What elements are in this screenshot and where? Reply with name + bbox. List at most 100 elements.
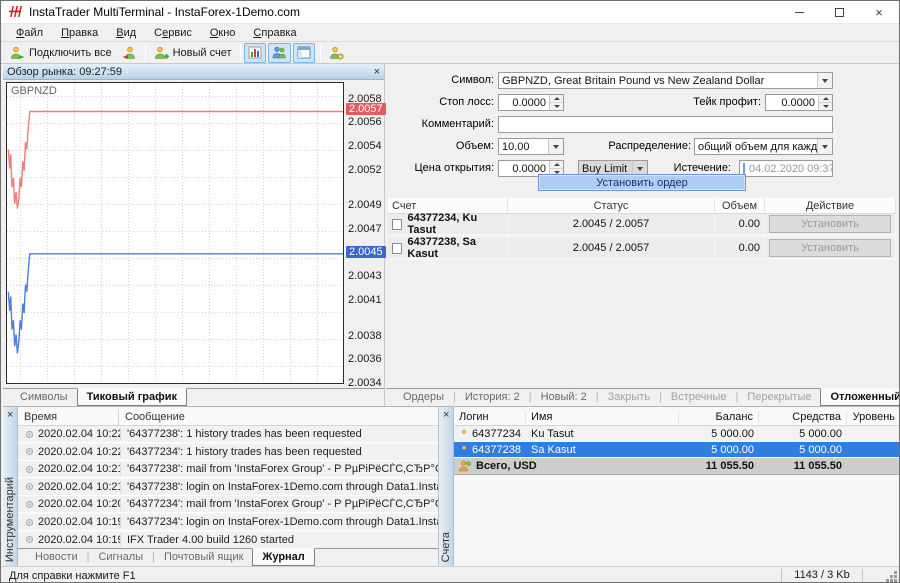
expiry-field[interactable]: 04.02.2020 09:37 (739, 160, 833, 177)
journal-row[interactable]: 2020.02.04 10:22:2...'64377238': 1 histo… (18, 426, 438, 443)
resize-grip[interactable] (894, 579, 897, 582)
distribution-select[interactable]: общий объем для каждого ордера (694, 138, 833, 155)
accounts-toggle[interactable] (268, 43, 291, 63)
toolbar-separator (320, 44, 321, 62)
journal-tab-0[interactable]: Новости (26, 549, 87, 566)
minimize-button[interactable] (779, 1, 819, 23)
journal-time: 2020.02.04 10:19:5... (38, 516, 120, 528)
journal-row[interactable]: 2020.02.04 10:21:0...'64377238': login o… (18, 479, 438, 496)
menu-item-4[interactable]: Окно (201, 26, 245, 40)
journal-close-icon[interactable]: × (7, 409, 13, 421)
take-profit-value: 0.0000 (766, 97, 818, 109)
journal-tabs: Новости|Сигналы|Почтовый ящикЖурнал (18, 548, 438, 566)
volume-select[interactable]: 10.00 (498, 138, 564, 155)
toolbar-separator (240, 44, 241, 62)
close-button[interactable]: × (859, 1, 899, 23)
new-account-label: Новый счет (173, 47, 232, 59)
stop-loss-input[interactable]: 0.0000 (498, 94, 564, 111)
journal-row[interactable]: 2020.02.04 10:19:3...IFX Trader 4.00 bui… (18, 532, 438, 549)
person-gear-icon (329, 46, 344, 60)
journal-time: 2020.02.04 10:20:0... (38, 498, 120, 510)
chevron-down-icon (548, 139, 563, 154)
new-account-button[interactable]: Новый счет (149, 43, 237, 63)
status-row-account[interactable]: 64377234, Ku Tasut (388, 214, 508, 236)
spin-down-icon[interactable] (550, 103, 563, 110)
orders-tab-1[interactable]: История: 2 (456, 389, 529, 406)
price-axis: 2.00582.00562.00542.00522.00492.00472.00… (346, 82, 384, 384)
status-help-text: Для справки нажмите F1 (1, 570, 136, 582)
order-panel: Символ: GBPNZD, Great Britain Pound vs N… (386, 64, 899, 406)
account-row[interactable]: 64377234Ku Tasut5 000.005 000.00 (454, 426, 900, 442)
terminal-window-icon (297, 46, 311, 59)
journal-strip: × Инструментарий (3, 407, 18, 566)
journal-row[interactable]: 2020.02.04 10:20:0...'64377234': mail fr… (18, 496, 438, 513)
status-col-header-3: Действие (765, 198, 896, 214)
person-connect-icon (10, 46, 25, 60)
journal-time: 2020.02.04 10:19:3... (38, 534, 120, 546)
journal-tab-2[interactable]: Почтовый ящик (155, 549, 252, 566)
orders-tab-6[interactable]: Отложенный (820, 388, 900, 406)
account-equity: 5 000.00 (759, 428, 847, 440)
place-order-button[interactable]: Установить ордер (538, 174, 746, 191)
place-button-disabled[interactable]: Установить (769, 239, 891, 257)
status-row-quotes: 2.0045 / 2.0057 (508, 238, 715, 260)
journal-tab-3[interactable]: Журнал (252, 548, 314, 566)
symbol-select[interactable]: GBPNZD, Great Britain Pound vs New Zeala… (498, 72, 833, 89)
symbol-value: GBPNZD, Great Britain Pound vs New Zeala… (499, 75, 817, 87)
journal-row[interactable]: 2020.02.04 10:19:5...'64377234': login o… (18, 514, 438, 531)
accounts-close-icon[interactable]: × (443, 409, 449, 421)
menu-item-3[interactable]: Сервис (145, 26, 201, 40)
spin-up-icon[interactable] (819, 95, 832, 103)
menu-item-1[interactable]: Правка (52, 26, 107, 40)
menu-item-0[interactable]: Файл (7, 26, 52, 40)
market-watch-tab-0[interactable]: Символы (11, 389, 77, 406)
orders-tab-5[interactable]: Перекрытые (738, 389, 820, 406)
app-window: InstaTrader MultiTerminal - InstaForex-1… (0, 0, 900, 583)
distribution-label: Распределение: (566, 138, 691, 152)
disconnect-all-button[interactable] (117, 43, 142, 63)
account-holder-name: Sa Kasut (526, 444, 679, 456)
axis-tick-8: 2.0038 (348, 330, 382, 342)
status-row-account[interactable]: 64377238, Sa Kasut (388, 238, 508, 260)
order-tabs: Ордеры|История: 2|Новый: 2|Закрыть|Встре… (386, 388, 899, 406)
menu-item-5[interactable]: Справка (244, 26, 305, 40)
journal-message: '64377238': login on InstaForex-1Demo.co… (120, 481, 438, 493)
journal-tab-1[interactable]: Сигналы (89, 549, 152, 566)
account-checkbox[interactable] (392, 243, 402, 254)
symbol-label: Символ: (386, 72, 494, 86)
orders-tab-2[interactable]: Новый: 2 (532, 389, 596, 406)
journal-row[interactable]: 2020.02.04 10:21:1...'64377238': mail fr… (18, 461, 438, 478)
chevron-down-icon (817, 73, 832, 88)
account-checkbox[interactable] (392, 219, 402, 230)
log-entry-icon (26, 519, 33, 526)
place-button-disabled[interactable]: Установить (769, 215, 891, 233)
orders-tab-3[interactable]: Закрыть (599, 389, 659, 406)
take-profit-input[interactable]: 0.0000 (765, 94, 833, 111)
connect-all-button[interactable]: Подключить все (5, 43, 117, 63)
accounts-header-row: ЛогинИмяБалансСредстваУровень (454, 409, 900, 426)
terminal-toggle[interactable] (293, 43, 315, 63)
tick-chart-canvas (7, 83, 343, 383)
axis-tick-3: 2.0052 (348, 164, 382, 176)
journal-vertical-label: Инструментарий (4, 477, 16, 562)
orders-tab-0[interactable]: Ордеры (394, 389, 453, 406)
spin-up-icon[interactable] (550, 95, 563, 103)
maximize-button[interactable] (819, 1, 859, 23)
ask-line (8, 112, 343, 209)
comment-label: Комментарий: (386, 116, 494, 130)
journal-time: 2020.02.04 10:21:0... (38, 481, 120, 493)
market-watch-tab-1[interactable]: Тиковый график (77, 388, 187, 406)
spin-down-icon[interactable] (819, 103, 832, 110)
market-watch-close-icon[interactable]: × (374, 67, 380, 77)
comment-input[interactable] (498, 116, 833, 133)
menu-item-2[interactable]: Вид (107, 26, 145, 40)
account-row[interactable]: 64377238Sa Kasut5 000.005 000.00 (454, 442, 900, 458)
journal-row[interactable]: 2020.02.04 10:22:2...'64377234': 1 histo… (18, 444, 438, 461)
distribution-value: общий объем для каждого ордера (695, 141, 817, 153)
account-balance: 5 000.00 (679, 444, 759, 456)
orders-tab-4[interactable]: Встречные (662, 389, 736, 406)
market-watch-toggle[interactable] (244, 43, 266, 63)
spin-up-icon[interactable] (550, 161, 563, 169)
account-settings-button[interactable] (324, 43, 349, 63)
menubar: ФайлПравкаВидСервисОкноСправка (1, 24, 899, 42)
